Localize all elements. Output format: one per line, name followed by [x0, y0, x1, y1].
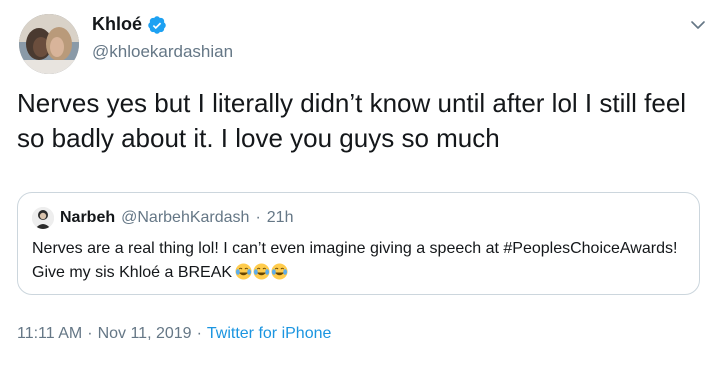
quoted-author-avatar	[32, 207, 54, 229]
verified-badge-icon	[148, 15, 166, 34]
quoted-tweet-text-block: Nerves are a real thing lol! I can’t eve…	[32, 237, 682, 285]
face-with-tears-of-joy-icon	[253, 263, 270, 280]
quoted-author-name: Narbeh	[60, 209, 116, 226]
tweet-date[interactable]: Nov 11, 2019	[98, 325, 192, 343]
author-display-name[interactable]: Khloé	[92, 14, 142, 35]
quoted-tweet[interactable]: Narbeh @NarbehKardash · 21h Nerves are a…	[17, 192, 700, 295]
tweet-card: Khloé @khloekardashian Nerves yes but I …	[0, 0, 720, 365]
quoted-author-handle: @NarbehKardash	[121, 209, 250, 226]
tweet-time[interactable]: 11:11 AM	[17, 325, 82, 343]
author-name-row: Khloé	[92, 14, 167, 35]
tweet-metadata: 11:11 AM · Nov 11, 2019 · Twitter for iP…	[17, 325, 331, 343]
quoted-tweet-header: Narbeh @NarbehKardash · 21h	[32, 207, 293, 229]
avatar-photo-icon	[19, 14, 79, 74]
dot-separator: ·	[255, 209, 261, 226]
face-with-tears-of-joy-icon	[271, 263, 288, 280]
quoted-tweet-time: 21h	[266, 209, 294, 226]
dot-separator: ·	[196, 325, 202, 342]
author-handle[interactable]: @khloekardashian	[92, 42, 233, 62]
source-link[interactable]: Twitter for iPhone	[207, 325, 332, 343]
emoji-group	[235, 263, 288, 280]
author-avatar[interactable]	[19, 14, 79, 74]
quoted-tweet-text: Nerves are a real thing lol! I can’t eve…	[32, 240, 678, 281]
face-with-tears-of-joy-icon	[235, 263, 252, 280]
dot-separator: ·	[87, 325, 93, 342]
tweet-text: Nerves yes but I literally didn’t know u…	[17, 88, 687, 153]
chevron-down-icon[interactable]	[689, 16, 707, 34]
